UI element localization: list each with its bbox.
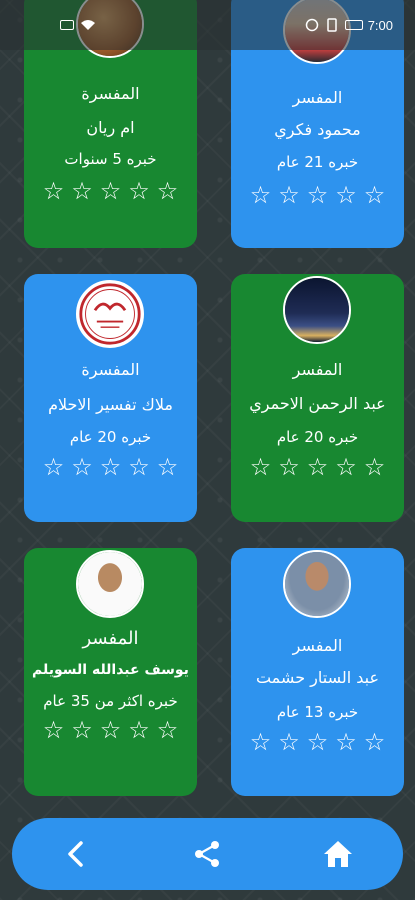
star-icon[interactable]: ☆ xyxy=(278,183,300,207)
card-role: المفسر xyxy=(82,628,139,649)
status-right: 7:00 xyxy=(305,18,393,33)
rating-stars[interactable]: ☆ ☆ ☆ ☆ ☆ xyxy=(24,179,197,203)
star-icon[interactable]: ☆ xyxy=(43,455,65,479)
card-name: عبد الرحمن الاحمري xyxy=(249,394,386,413)
star-icon[interactable]: ☆ xyxy=(307,183,329,207)
card-role: المفسر xyxy=(292,360,343,379)
card-experience: خبره اكثر من 35 عام xyxy=(43,692,178,710)
card-experience: خبره 5 سنوات xyxy=(64,150,157,168)
card-experience: خبره 20 عام xyxy=(69,428,152,446)
star-icon[interactable]: ☆ xyxy=(364,183,386,207)
chevron-left-icon xyxy=(68,841,83,867)
rating-stars[interactable]: ☆ ☆ ☆ ☆ ☆ xyxy=(231,730,404,754)
card-experience: خبره 20 عام xyxy=(276,428,359,446)
card-name: عبد الستار حشمت xyxy=(255,668,380,687)
avatar xyxy=(283,276,351,344)
star-icon[interactable]: ☆ xyxy=(128,718,150,742)
status-left xyxy=(60,19,96,31)
star-icon[interactable]: ☆ xyxy=(43,718,65,742)
alarm-icon xyxy=(305,18,318,32)
rating-stars[interactable]: ☆ ☆ ☆ ☆ ☆ xyxy=(231,455,404,479)
card-role: المفسرة xyxy=(81,84,140,103)
interpreter-card[interactable]: المفسر عبد الرحمن الاحمري خبره 20 عام ☆ … xyxy=(231,274,404,522)
card-role: المفسر xyxy=(292,636,343,655)
interpreter-card[interactable]: المفسرة ملاك تفسير الاحلام خبره 20 عام ☆… xyxy=(24,274,197,522)
star-icon[interactable]: ☆ xyxy=(278,455,300,479)
home-icon xyxy=(323,841,352,867)
share-icon xyxy=(195,841,220,867)
star-icon[interactable]: ☆ xyxy=(278,730,300,754)
wifi-icon xyxy=(81,20,95,30)
star-icon[interactable]: ☆ xyxy=(128,455,150,479)
share-button[interactable] xyxy=(182,829,232,879)
card-name: محمود فكري xyxy=(274,120,361,139)
star-icon[interactable]: ☆ xyxy=(250,730,272,754)
star-icon[interactable]: ☆ xyxy=(335,730,357,754)
vibrate-icon xyxy=(326,18,337,32)
star-icon[interactable]: ☆ xyxy=(250,455,272,479)
star-icon[interactable]: ☆ xyxy=(71,179,93,203)
rating-stars[interactable]: ☆ ☆ ☆ ☆ ☆ xyxy=(231,183,404,207)
rating-stars[interactable]: ☆ ☆ ☆ ☆ ☆ xyxy=(24,718,197,742)
star-icon[interactable]: ☆ xyxy=(71,455,93,479)
interpreter-card[interactable]: المفسر عبد الستار حشمت خبره 13 عام ☆ ☆ ☆… xyxy=(231,548,404,796)
bottom-nav xyxy=(12,818,403,890)
interpreter-card[interactable]: المفسر يوسف عبدالله السويلم خبره اكثر من… xyxy=(24,548,197,796)
star-icon[interactable]: ☆ xyxy=(100,718,122,742)
back-button[interactable] xyxy=(52,829,102,879)
status-bar: 7:00 xyxy=(0,0,415,50)
avatar xyxy=(283,550,351,618)
star-icon[interactable]: ☆ xyxy=(335,455,357,479)
avatar xyxy=(76,550,144,618)
star-icon[interactable]: ☆ xyxy=(71,718,93,742)
star-icon[interactable]: ☆ xyxy=(43,179,65,203)
star-icon[interactable]: ☆ xyxy=(307,730,329,754)
card-experience: خبره 13 عام xyxy=(276,703,359,721)
star-icon[interactable]: ☆ xyxy=(364,730,386,754)
star-icon[interactable]: ☆ xyxy=(157,179,179,203)
star-icon[interactable]: ☆ xyxy=(157,455,179,479)
card-name: يوسف عبدالله السويلم xyxy=(32,662,189,678)
card-experience: خبره 21 عام xyxy=(276,153,359,171)
home-button[interactable] xyxy=(313,829,363,879)
rating-stars[interactable]: ☆ ☆ ☆ ☆ ☆ xyxy=(24,455,197,479)
star-icon[interactable]: ☆ xyxy=(307,455,329,479)
star-icon[interactable]: ☆ xyxy=(250,183,272,207)
card-role: المفسر xyxy=(292,88,343,107)
star-icon[interactable]: ☆ xyxy=(364,455,386,479)
battery-icon xyxy=(344,20,363,30)
star-icon[interactable]: ☆ xyxy=(157,718,179,742)
star-icon[interactable]: ☆ xyxy=(100,179,122,203)
logo-icon xyxy=(79,283,141,345)
card-name: ملاك تفسير الاحلام xyxy=(48,395,173,414)
notification-icon xyxy=(60,20,74,30)
avatar xyxy=(76,280,144,348)
star-icon[interactable]: ☆ xyxy=(100,455,122,479)
card-name: ام ريان xyxy=(86,118,135,137)
card-role: المفسرة xyxy=(81,360,140,379)
star-icon[interactable]: ☆ xyxy=(335,183,357,207)
status-time: 7:00 xyxy=(367,17,393,33)
star-icon[interactable]: ☆ xyxy=(128,179,150,203)
